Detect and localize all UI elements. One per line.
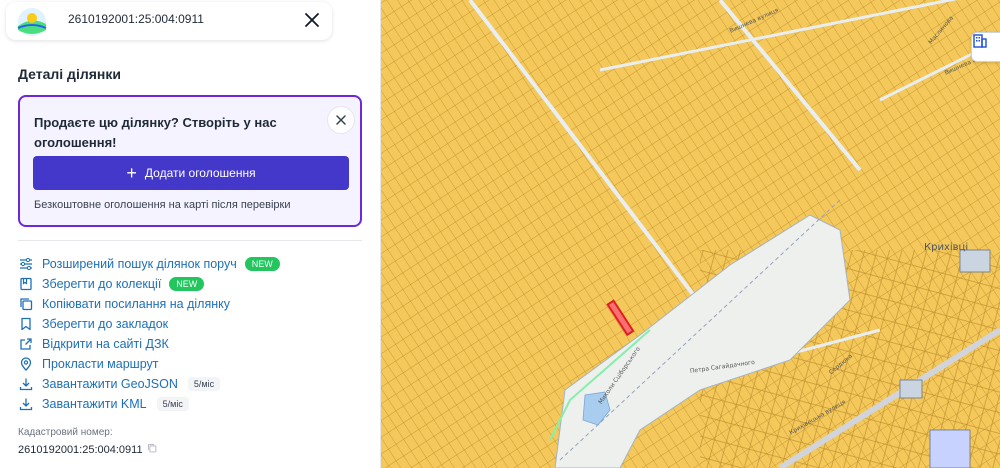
copy-icon <box>18 296 34 312</box>
bookmark-icon <box>18 316 34 332</box>
action-label: Зберегти до колекції <box>42 277 162 291</box>
cadastral-number[interactable]: 2610192001:25:004:0911 <box>18 443 157 456</box>
action-download-kml[interactable]: Завантажити KML 5/міс <box>18 394 280 414</box>
action-save-collection[interactable]: Зберегти до колекції NEW <box>18 274 280 294</box>
external-link-icon <box>18 336 34 352</box>
limit-badge: 5/міс <box>187 377 221 391</box>
details-title: Деталі ділянки <box>18 66 121 82</box>
action-bookmark[interactable]: Зберегти до закладок <box>18 314 280 334</box>
action-download-geojson[interactable]: Завантажити GeoJSON 5/міс <box>18 374 280 394</box>
search-card: 2610192001:25:004:0911 <box>6 2 332 40</box>
divider <box>18 240 362 241</box>
promo-note: Безкоштовне оголошення на карті після пе… <box>34 199 291 211</box>
action-advanced-search[interactable]: Розширений пошук ділянок поруч NEW <box>18 254 280 274</box>
search-input-value[interactable]: 2610192001:25:004:0911 <box>68 12 204 26</box>
collection-icon <box>18 276 34 292</box>
app-logo <box>14 4 50 38</box>
layers-button[interactable] <box>971 32 1000 62</box>
sliders-icon <box>18 256 34 272</box>
new-badge: NEW <box>169 277 205 291</box>
add-listing-button[interactable]: + Додати оголошення <box>33 156 349 190</box>
location-pin-icon <box>18 356 34 372</box>
sell-promo-card: Продаєте цю ділянку? Створіть у нас огол… <box>18 95 362 227</box>
promo-close-button[interactable] <box>327 106 355 134</box>
add-listing-label: Додати оголошення <box>144 166 256 180</box>
close-search-button[interactable] <box>300 8 324 32</box>
action-copy-link[interactable]: Копіювати посилання на ділянку <box>18 294 280 314</box>
action-label: Завантажити KML <box>42 397 147 411</box>
actions-list: Розширений пошук ділянок поруч NEW Збере… <box>18 254 280 414</box>
promo-title: Продаєте цю ділянку? Створіть у нас огол… <box>34 115 277 150</box>
cadastral-value: 2610192001:25:004:0911 <box>18 443 143 456</box>
close-icon <box>336 115 346 125</box>
download-icon <box>18 376 34 392</box>
plus-icon: + <box>126 163 137 183</box>
cadastral-label: Кадастровий номер: <box>18 427 113 438</box>
limit-badge: 5/міс <box>156 397 189 411</box>
action-label: Розширений пошук ділянок поруч <box>42 257 237 271</box>
action-open-dzk[interactable]: Відкрити на сайті ДЗК <box>18 334 280 354</box>
download-icon <box>18 396 34 412</box>
action-label: Прокласти маршрут <box>42 357 159 371</box>
new-badge: NEW <box>244 257 280 271</box>
action-label: Копіювати посилання на ділянку <box>42 297 230 311</box>
action-route[interactable]: Прокласти маршрут <box>18 354 280 374</box>
close-icon <box>305 13 319 27</box>
action-label: Відкрити на сайті ДЗК <box>42 337 169 351</box>
details-sidebar: 2610192001:25:004:0911 Деталі ділянки Пр… <box>0 0 381 468</box>
action-label: Завантажити GeoJSON <box>42 377 178 391</box>
place-label: Крихівці <box>924 242 969 253</box>
action-label: Зберегти до закладок <box>42 317 169 331</box>
copy-icon[interactable] <box>147 443 157 456</box>
